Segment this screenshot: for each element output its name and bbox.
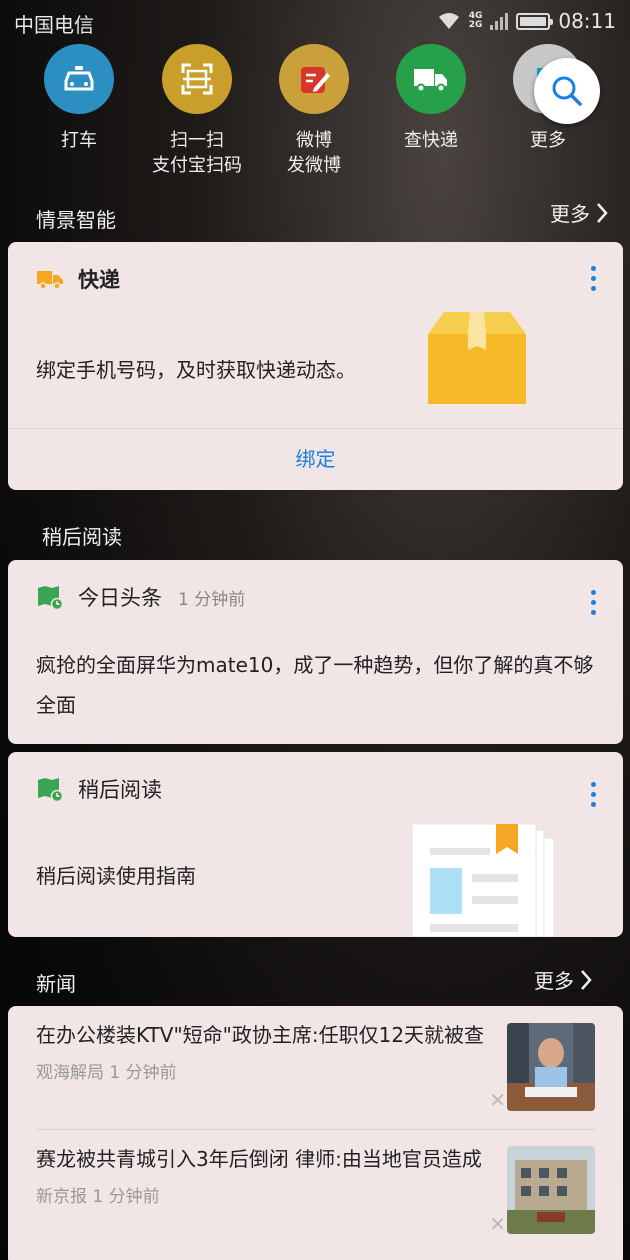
app-scan[interactable]: 扫一扫 支付宝扫码 xyxy=(137,44,257,178)
read-later-guide-card[interactable]: 稍后阅读 稍后阅读使用指南 xyxy=(8,752,623,937)
news-more-link[interactable]: 更多 xyxy=(534,965,592,994)
section-title-smart: 情景智能 xyxy=(36,208,116,232)
card-header: 今日头条 1 分钟前 xyxy=(36,582,245,612)
card-title: 稍后阅读 xyxy=(78,778,162,802)
guide-text: 稍后阅读使用指南 xyxy=(36,864,196,888)
section-title-news: 新闻 xyxy=(36,972,76,996)
news-card: 在办公楼装KTV"短命"政协主席:任职仅12天就被查 观海解局 1 分钟前 ✕ … xyxy=(8,1006,623,1260)
chevron-right-icon xyxy=(597,202,608,223)
app-taxi[interactable]: 打车 xyxy=(19,44,139,153)
truck-icon xyxy=(396,44,466,114)
news-thumbnail[interactable] xyxy=(507,1146,595,1234)
scan-icon xyxy=(162,44,232,114)
headline-card[interactable]: 今日头条 1 分钟前 疯抢的全面屏华为mate10，成了一种趋势，但你了解的真不… xyxy=(8,560,623,744)
more-options-icon[interactable] xyxy=(591,266,597,291)
app-label: 扫一扫 支付宝扫码 xyxy=(152,130,242,176)
truck-icon xyxy=(37,271,63,290)
package-illustration xyxy=(428,312,526,404)
news-title: 赛龙被共青城引入3年后倒闭 律师:由当地官员造成 xyxy=(36,1147,482,1171)
weibo-edit-icon xyxy=(279,44,349,114)
news-source: 观海解局 xyxy=(36,1063,104,1083)
express-card: 快递 绑定手机号码，及时获取快递动态。 绑定 xyxy=(8,242,623,490)
divider xyxy=(36,1129,596,1130)
news-thumbnail[interactable] xyxy=(507,1023,595,1111)
news-source: 新京报 xyxy=(36,1187,87,1207)
carrier-label: 中国电信 xyxy=(14,13,94,37)
read-later-icon xyxy=(38,778,64,802)
clock: 08:11 xyxy=(558,9,616,33)
section-title-read-later: 稍后阅读 xyxy=(42,525,122,549)
headline-text: 疯抢的全面屏华为mate10，成了一种趋势，但你了解的真不够全面 xyxy=(36,653,594,717)
app-label: 查快递 xyxy=(404,130,458,151)
more-label: 更多 xyxy=(550,202,590,226)
signal-icon xyxy=(490,12,509,30)
document-illustration xyxy=(411,824,555,937)
express-description: 绑定手机号码，及时获取快递动态。 xyxy=(36,358,356,382)
search-icon xyxy=(552,76,582,106)
taxi-icon xyxy=(44,44,114,114)
news-title: 在办公楼装KTV"短命"政协主席:任职仅12天就被查 xyxy=(36,1023,485,1047)
news-time: 1 分钟前 xyxy=(92,1187,160,1207)
more-options-icon[interactable] xyxy=(591,590,597,615)
app-label: 更多 xyxy=(530,130,566,151)
app-weibo[interactable]: 微博 发微博 xyxy=(254,44,374,178)
quick-apps-row: 打车 扫一扫 支付宝扫码 微博 发微博 查快递 更多 xyxy=(0,44,630,194)
more-label: 更多 xyxy=(534,969,574,993)
app-label: 打车 xyxy=(61,130,97,151)
read-later-icon xyxy=(38,586,64,610)
card-header: 快递 xyxy=(36,264,120,294)
chevron-right-icon xyxy=(581,969,592,990)
close-icon[interactable]: ✕ xyxy=(489,1212,506,1236)
more-options-icon[interactable] xyxy=(591,782,597,807)
bind-button[interactable]: 绑定 xyxy=(8,429,623,489)
app-express[interactable]: 查快递 xyxy=(371,44,491,153)
status-icons: 4G 2G 08:11 xyxy=(437,9,616,33)
card-timestamp: 1 分钟前 xyxy=(178,589,246,610)
app-label: 微博 发微博 xyxy=(287,130,341,176)
news-time: 1 分钟前 xyxy=(109,1063,177,1083)
card-source: 今日头条 xyxy=(78,586,162,610)
card-title: 快递 xyxy=(78,268,120,292)
status-bar: 中国电信 4G 2G 08:11 xyxy=(0,0,630,42)
wifi-icon xyxy=(438,13,459,29)
smart-more-link[interactable]: 更多 xyxy=(550,198,608,227)
battery-icon xyxy=(516,12,554,30)
card-header: 稍后阅读 xyxy=(36,774,162,804)
close-icon[interactable]: ✕ xyxy=(489,1088,506,1112)
network-type: 4G 2G xyxy=(468,11,483,30)
search-button[interactable] xyxy=(534,58,600,124)
